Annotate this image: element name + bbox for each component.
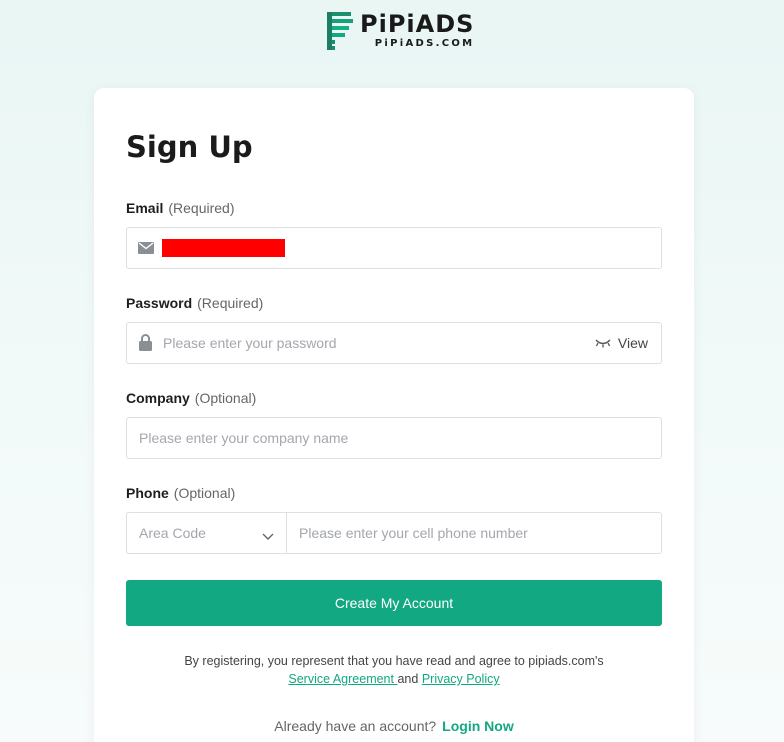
chevron-down-icon	[262, 528, 274, 546]
terms-text: By registering, you represent that you h…	[184, 654, 604, 668]
password-placeholder: Please enter your password	[163, 335, 337, 351]
company-field[interactable]: Please enter your company name	[126, 417, 662, 459]
already-text: Already have an account?	[274, 718, 437, 734]
brand-domain: PiPiADS.COM	[374, 38, 475, 49]
service-agreement-link[interactable]: Service Agreement	[288, 672, 397, 686]
privacy-policy-link[interactable]: Privacy Policy	[422, 672, 500, 686]
page-title: Sign Up	[126, 130, 253, 164]
lock-icon	[139, 334, 152, 351]
terms-and: and	[397, 672, 422, 686]
terms-notice: By registering, you represent that you h…	[94, 652, 694, 688]
email-label: Email (Required)	[126, 200, 235, 216]
email-field[interactable]	[126, 227, 662, 269]
brand-logo[interactable]: PiPiADS PiPiADS.COM	[327, 12, 474, 50]
eye-closed-icon	[595, 339, 611, 348]
mail-icon	[138, 241, 154, 254]
login-now-link[interactable]: Login Now	[442, 718, 514, 734]
company-label: Company (Optional)	[126, 390, 257, 406]
password-field[interactable]: Please enter your password View	[126, 322, 662, 364]
phone-field-group: Area Code Please enter your cell phone n…	[126, 512, 662, 554]
brand-name: PiPiADS	[360, 10, 475, 38]
logo-mark-icon	[327, 12, 353, 50]
password-label: Password (Required)	[126, 295, 264, 311]
login-prompt: Already have an account? Login Now	[94, 718, 694, 734]
create-account-button[interactable]: Create My Account	[126, 580, 662, 626]
area-code-placeholder: Area Code	[139, 525, 206, 541]
signup-card: Sign Up Email (Required) Password (Require…	[94, 88, 694, 742]
view-label: View	[617, 335, 648, 351]
phone-label: Phone (Optional)	[126, 485, 236, 501]
view-password-toggle[interactable]: View	[595, 335, 648, 351]
company-placeholder: Please enter your company name	[139, 430, 349, 446]
email-value-redacted	[162, 239, 285, 257]
area-code-select[interactable]: Area Code	[127, 513, 287, 553]
phone-input[interactable]: Please enter your cell phone number	[299, 525, 528, 541]
